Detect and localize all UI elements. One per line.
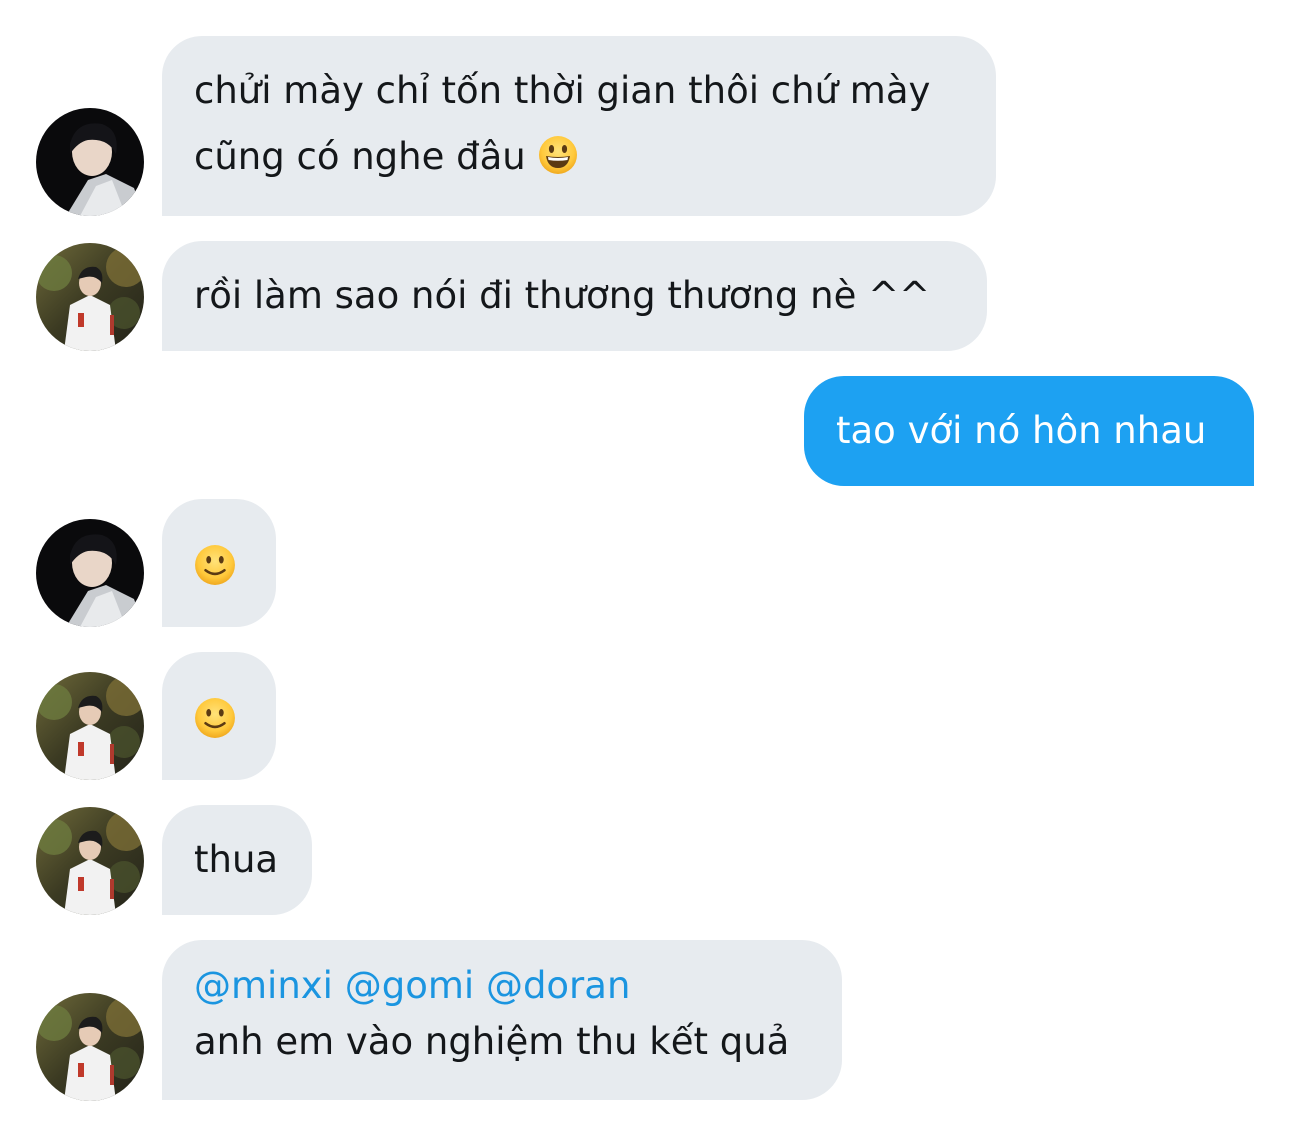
message-bubble: rồi làm sao nói đi thương thương nè ^^ <box>162 241 987 351</box>
slightly-smiling-face-emoji <box>194 541 236 607</box>
user-b-avatar[interactable] <box>36 993 144 1101</box>
message-bubble: @minxi @gomi @doran anh em vào nghiệm th… <box>162 940 842 1100</box>
mention-link[interactable]: @gomi <box>345 964 474 1007</box>
message-text: rồi làm sao nói đi thương thương nè ^^ <box>194 274 931 317</box>
message-bubble <box>162 499 276 627</box>
message-text: chửi mày chỉ tốn thời gian thôi chứ mày <box>194 69 931 112</box>
message-text: cũng có nghe đâu <box>194 135 526 178</box>
mention-link[interactable]: @minxi <box>194 964 333 1007</box>
mention-link[interactable]: @doran <box>486 964 630 1007</box>
slightly-smiling-face-emoji <box>194 694 236 760</box>
message-bubble: chửi mày chỉ tốn thời gian thôi chứ mày … <box>162 36 996 216</box>
message-text: anh em vào nghiệm thu kết quả <box>194 1020 790 1063</box>
message-bubble: thua <box>162 805 312 915</box>
user-b-avatar[interactable] <box>36 807 144 915</box>
grinning-face-emoji <box>538 130 578 196</box>
sent-message-bubble: tao với nó hôn nhau <box>804 376 1254 486</box>
user-b-avatar[interactable] <box>36 243 144 351</box>
user-a-avatar[interactable] <box>36 519 144 627</box>
message-text: tao với nó hôn nhau <box>836 409 1207 452</box>
message-text: thua <box>194 838 279 881</box>
user-a-avatar[interactable] <box>36 108 144 216</box>
user-b-avatar[interactable] <box>36 672 144 780</box>
message-bubble <box>162 652 276 780</box>
